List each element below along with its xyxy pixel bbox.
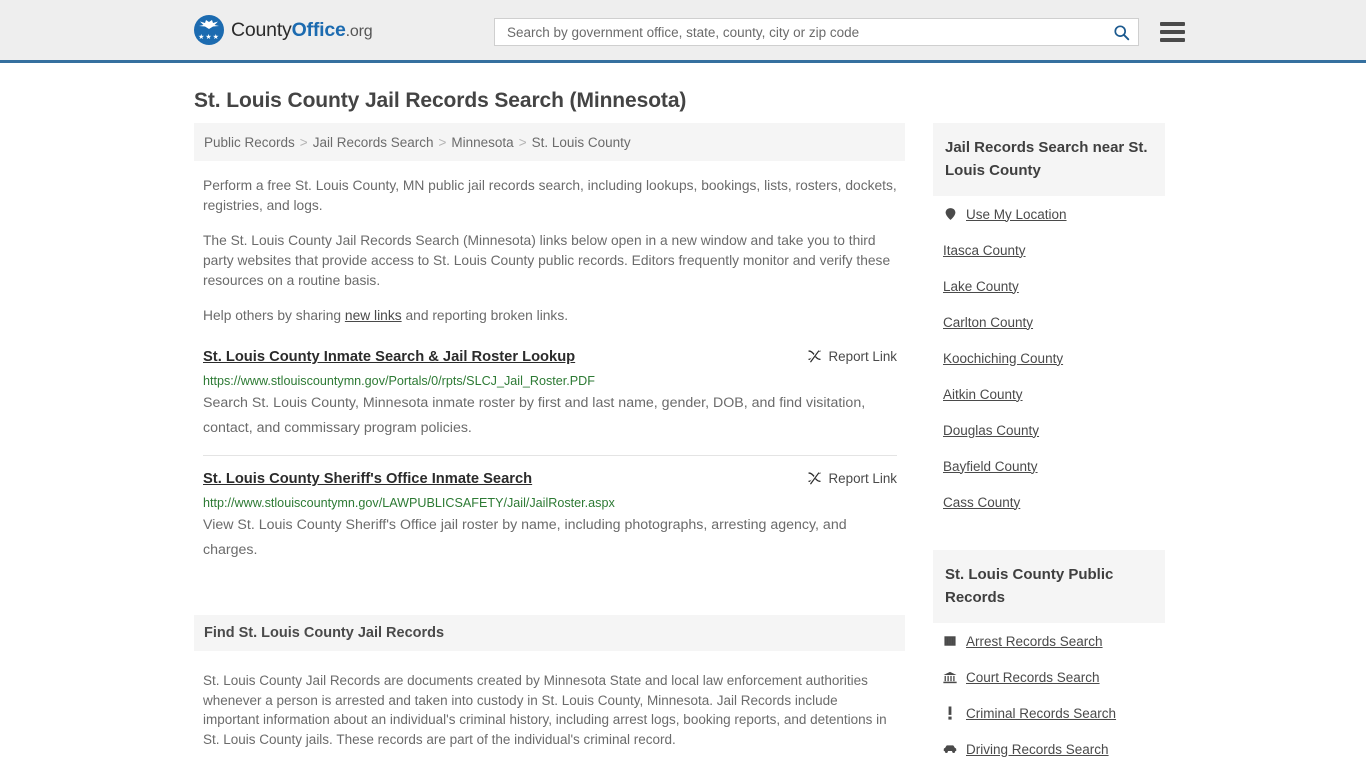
breadcrumb-separator: > (438, 134, 447, 150)
report-link-button[interactable]: Report Link (807, 349, 897, 364)
site-header: ★★★ CountyOffice.org (0, 0, 1366, 63)
result-title-link[interactable]: St. Louis County Inmate Search & Jail Ro… (203, 348, 575, 367)
sidebar-item-label[interactable]: Douglas County (943, 423, 1039, 438)
find-records-body: St. Louis County Jail Records are docume… (194, 671, 905, 768)
sidebar-public-records-heading: St. Louis County Public Records (933, 550, 1165, 623)
main-column: Public Records > Jail Records Search > M… (194, 123, 905, 768)
report-link-label: Report Link (828, 349, 897, 364)
sidebar-item-label[interactable]: Lake County (943, 279, 1019, 294)
logo-text-county: County (231, 18, 292, 41)
intro-p3-before: Help others by sharing (203, 308, 345, 323)
breadcrumb: Public Records > Jail Records Search > M… (194, 123, 905, 161)
sidebar-item-label[interactable]: Bayfield County (943, 459, 1038, 474)
fingerprint-icon (943, 634, 957, 649)
search-box[interactable] (494, 18, 1139, 46)
find-records-paragraph: St. Louis County Jail Records are docume… (203, 673, 887, 748)
new-links-link[interactable]: new links (345, 308, 402, 323)
map-pin-icon (943, 207, 957, 222)
sidebar-item-itasca-county[interactable]: Itasca County (933, 232, 1165, 268)
sidebar-nearby-list: Use My Location Itasca County Lake Count… (933, 196, 1165, 520)
result-item: St. Louis County Sheriff's Office Inmate… (203, 470, 897, 577)
logo-wordmark: CountyOffice.org (231, 18, 373, 42)
sidebar-item-label[interactable]: Carlton County (943, 315, 1033, 330)
eagle-shield-icon: ★★★ (194, 15, 224, 45)
exclamation-icon (943, 706, 957, 721)
intro-p3-after: and reporting broken links. (401, 308, 569, 323)
report-link-label: Report Link (828, 471, 897, 486)
report-link-button[interactable]: Report Link (807, 471, 897, 486)
result-description: Search St. Louis County, Minnesota inmat… (203, 395, 866, 436)
breadcrumb-separator: > (299, 134, 308, 150)
hamburger-bar-1 (1160, 22, 1185, 26)
search-input[interactable] (505, 23, 1113, 41)
logo-stars: ★★★ (198, 34, 220, 41)
broken-link-icon (807, 349, 821, 363)
search-icon[interactable] (1113, 24, 1130, 41)
sidebar-item-douglas-county[interactable]: Douglas County (933, 412, 1165, 448)
result-description: View St. Louis County Sheriff's Office j… (203, 517, 847, 558)
result-url: http://www.stlouiscountymn.gov/LAWPUBLIC… (203, 496, 615, 510)
sidebar-item-court-records-search[interactable]: Court Records Search (933, 659, 1165, 695)
result-item: St. Louis County Inmate Search & Jail Ro… (203, 348, 897, 456)
sidebar-item-driving-records-search[interactable]: Driving Records Search (933, 731, 1165, 767)
sidebar-item-label[interactable]: Cass County (943, 495, 1020, 510)
sidebar-item-label[interactable]: Use My Location (966, 207, 1067, 222)
breadcrumb-item-public-records[interactable]: Public Records (204, 135, 295, 150)
breadcrumb-separator: > (518, 134, 527, 150)
sidebar-item-arrest-records-search[interactable]: Arrest Records Search (933, 623, 1165, 659)
sidebar-item-cass-county[interactable]: Cass County (933, 484, 1165, 520)
site-logo[interactable]: ★★★ CountyOffice.org (194, 15, 373, 45)
sidebar-item-aitkin-county[interactable]: Aitkin County (933, 376, 1165, 412)
sidebar-item-label[interactable]: Koochiching County (943, 351, 1063, 366)
results-list: St. Louis County Inmate Search & Jail Ro… (194, 348, 905, 577)
sidebar-item-carlton-county[interactable]: Carlton County (933, 304, 1165, 340)
hamburger-menu-icon[interactable] (1160, 22, 1185, 42)
content-columns: Public Records > Jail Records Search > M… (194, 123, 1172, 768)
sidebar-item-label[interactable]: Driving Records Search (966, 742, 1109, 757)
logo-text-org: .org (345, 22, 373, 40)
intro-paragraph-3: Help others by sharing new links and rep… (194, 306, 905, 326)
broken-link-icon (807, 471, 821, 485)
hamburger-bar-2 (1160, 30, 1185, 34)
page-container: St. Louis County Jail Records Search (Mi… (0, 89, 1366, 768)
result-title-link[interactable]: St. Louis County Sheriff's Office Inmate… (203, 470, 532, 489)
breadcrumb-item-minnesota[interactable]: Minnesota (451, 135, 513, 150)
hamburger-bar-3 (1160, 38, 1185, 42)
sidebar-item-bayfield-county[interactable]: Bayfield County (933, 448, 1165, 484)
sidebar-nearby-heading: Jail Records Search near St. Louis Count… (933, 123, 1165, 196)
logo-text-office: Office (291, 18, 346, 41)
sidebar-item-label[interactable]: Itasca County (943, 243, 1026, 258)
sidebar-item-label[interactable]: Arrest Records Search (966, 634, 1103, 649)
sidebar-item-use-my-location[interactable]: Use My Location (933, 196, 1165, 232)
sidebar-item-label[interactable]: Aitkin County (943, 387, 1023, 402)
sidebar-item-criminal-records-search[interactable]: Criminal Records Search (933, 695, 1165, 731)
sidebar-item-label[interactable]: Court Records Search (966, 670, 1100, 685)
result-url: https://www.stlouiscountymn.gov/Portals/… (203, 374, 595, 388)
result-header: St. Louis County Inmate Search & Jail Ro… (203, 348, 897, 367)
breadcrumb-item-st-louis-county: St. Louis County (531, 134, 631, 150)
find-records-heading: Find St. Louis County Jail Records (194, 615, 905, 651)
result-header: St. Louis County Sheriff's Office Inmate… (203, 470, 897, 489)
sidebar-item-label[interactable]: Criminal Records Search (966, 706, 1116, 721)
car-icon (943, 742, 957, 757)
sidebar-item-lake-county[interactable]: Lake County (933, 268, 1165, 304)
page-title: St. Louis County Jail Records Search (Mi… (194, 89, 687, 112)
sidebar-public-records-list: Arrest Records Search Court Records Sear… (933, 623, 1165, 768)
sidebar: Jail Records Search near St. Louis Count… (933, 123, 1165, 768)
intro-paragraph-2: The St. Louis County Jail Records Search… (203, 233, 891, 288)
intro-paragraph-1: Perform a free St. Louis County, MN publ… (203, 178, 897, 213)
breadcrumb-item-jail-records-search[interactable]: Jail Records Search (313, 135, 434, 150)
header-search-area (494, 18, 1185, 46)
sidebar-item-koochiching-county[interactable]: Koochiching County (933, 340, 1165, 376)
bank-building-icon (943, 670, 957, 685)
